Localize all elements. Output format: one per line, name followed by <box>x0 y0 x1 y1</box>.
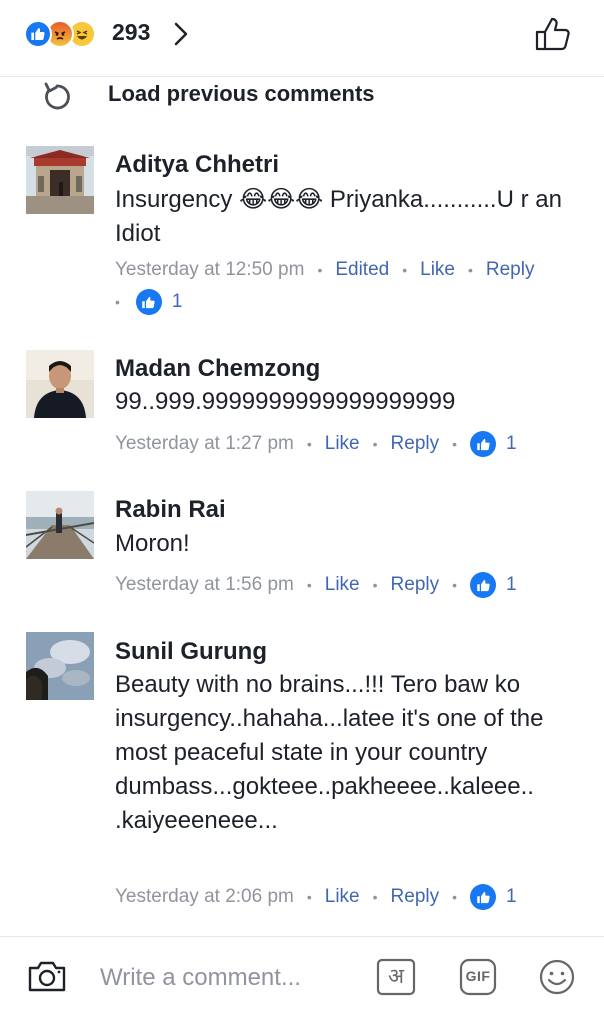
emoji-smile-icon[interactable] <box>538 958 576 996</box>
like-link[interactable]: Like <box>325 574 360 596</box>
like-button-icon[interactable] <box>534 16 572 52</box>
comment-like-count[interactable]: • 1 <box>115 289 182 315</box>
comment-actions: Yesterday at 1:27 pm • Like • Reply • 1 <box>115 431 517 457</box>
gif-icon[interactable]: GIF <box>458 957 498 997</box>
hindi-keyboard-icon[interactable]: अ <box>375 957 417 997</box>
commenter-name[interactable]: Aditya Chhetri <box>115 151 279 179</box>
comment-timestamp[interactable]: Yesterday at 12:50 pm <box>115 259 304 281</box>
avatar[interactable] <box>26 632 94 700</box>
like-count: 1 <box>506 433 517 454</box>
comment-actions: Yesterday at 1:56 pm • Like • Reply • 1 <box>115 572 517 598</box>
commenter-name[interactable]: Madan Chemzong <box>115 355 320 383</box>
reply-link[interactable]: Reply <box>391 433 440 455</box>
avatar[interactable] <box>26 146 94 214</box>
separator-dot: • <box>402 262 408 278</box>
separator-dot: • <box>467 262 473 278</box>
like-count: 1 <box>506 574 517 595</box>
reaction-count[interactable]: 293 <box>112 19 150 46</box>
separator-dot: • <box>452 436 458 452</box>
separator-dot: • <box>306 577 312 593</box>
hindi-label: अ <box>387 964 405 988</box>
commenter-name[interactable]: Sunil Gurung <box>115 638 267 666</box>
comment-timestamp[interactable]: Yesterday at 1:27 pm <box>115 433 294 455</box>
reactions-bar[interactable]: 293 <box>0 0 604 77</box>
separator-dot: • <box>317 262 323 278</box>
like-badge-icon <box>135 289 162 315</box>
like-count: 1 <box>506 886 517 907</box>
comment-text: 99..999.9999999999999999999 <box>115 388 456 415</box>
separator-dot: • <box>372 577 378 593</box>
like-count: 1 <box>171 291 183 312</box>
like-badge-icon[interactable] <box>470 431 497 457</box>
commenter-name[interactable]: Rabin Rai <box>115 496 226 524</box>
camera-icon[interactable] <box>26 956 68 996</box>
separator-dot: • <box>452 577 458 593</box>
separator-dot: • <box>452 889 458 905</box>
comment-text: Moron! <box>115 530 190 557</box>
comment-input[interactable] <box>100 958 350 998</box>
comment-text: Beauty with no brains...!!! Tero baw ko … <box>115 671 544 834</box>
comment-actions: Yesterday at 12:50 pm • Edited • Like • … <box>115 259 534 281</box>
separator-dot: • <box>372 436 378 452</box>
reaction-icons[interactable] <box>24 18 96 50</box>
like-badge-icon[interactable] <box>470 572 497 598</box>
reply-link[interactable]: Reply <box>391 574 440 596</box>
separator-dot: • <box>306 889 312 905</box>
like-reaction-icon <box>24 20 52 48</box>
like-link[interactable]: Like <box>420 259 455 281</box>
comment-timestamp[interactable]: Yesterday at 2:06 pm <box>115 886 294 908</box>
like-link[interactable]: Like <box>325 433 360 455</box>
avatar[interactable] <box>26 350 94 418</box>
separator-dot: • <box>372 889 378 905</box>
comment-actions: Yesterday at 2:06 pm • Like • Reply • 1 <box>115 884 517 910</box>
reply-link[interactable]: Reply <box>486 259 535 281</box>
like-link[interactable]: Like <box>325 886 360 908</box>
separator-dot: • <box>306 436 312 452</box>
gif-label: GIF <box>465 968 491 984</box>
reply-link[interactable]: Reply <box>391 886 440 908</box>
reload-icon[interactable] <box>40 80 74 114</box>
load-previous-label[interactable]: Load previous comments <box>108 81 375 107</box>
avatar[interactable] <box>26 491 94 559</box>
comment-text: Insurgency 😂😂😂 Priyanka...........U r an… <box>115 186 562 247</box>
chevron-right-icon[interactable] <box>170 18 192 50</box>
edited-label[interactable]: Edited <box>335 259 389 281</box>
comment-timestamp[interactable]: Yesterday at 1:56 pm <box>115 574 294 596</box>
like-badge-icon[interactable] <box>470 884 497 910</box>
separator-dot: • <box>115 294 120 310</box>
